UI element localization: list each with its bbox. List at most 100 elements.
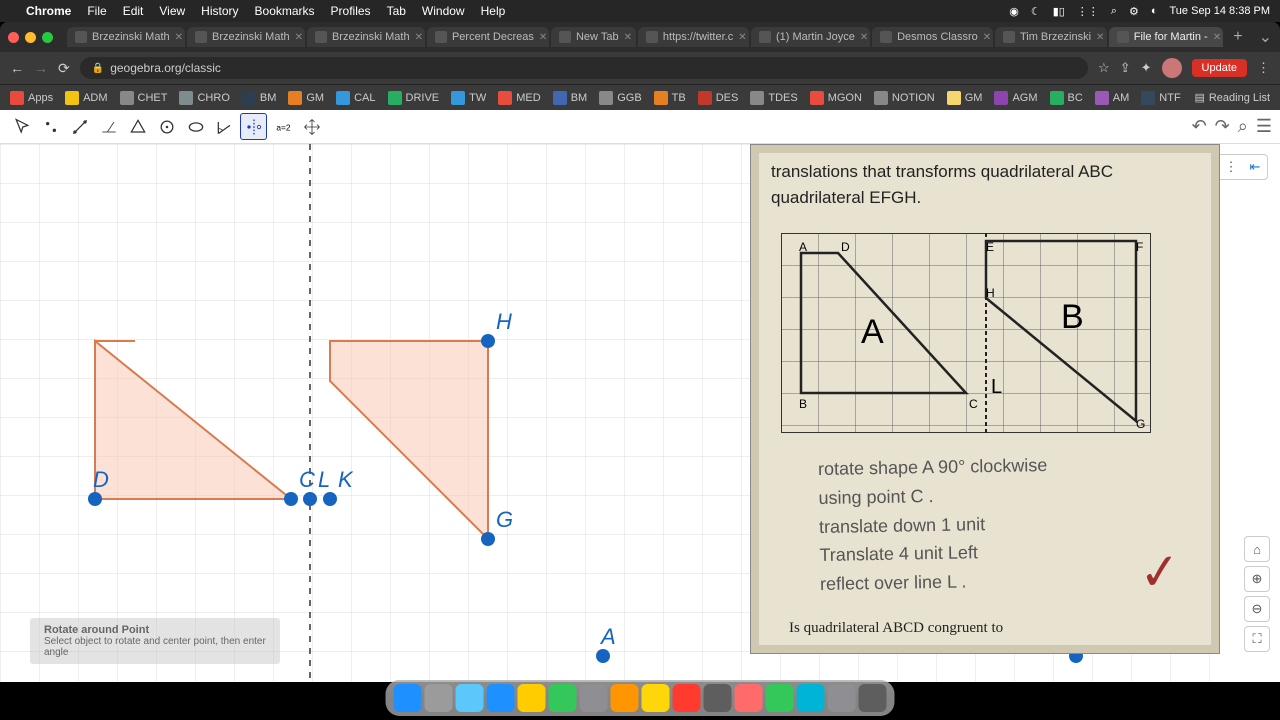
address-field[interactable]: 🔒 geogebra.org/classic [80,57,1088,79]
worksheet-image[interactable]: translations that transforms quadrilater… [750,144,1220,654]
redo-button[interactable]: ↷ [1215,116,1230,137]
browser-tab[interactable]: Percent Decreas✕ [427,27,549,47]
dock-app-icon[interactable] [518,684,546,712]
zoom-home-icon[interactable]: ⌂ [1244,536,1270,562]
browser-tab[interactable]: New Tab✕ [551,27,636,47]
tab-close-icon[interactable]: ✕ [1096,32,1104,43]
reading-list-button[interactable]: ▤ Reading List [1194,91,1270,104]
fullscreen-icon[interactable]: ⛶ [1244,626,1270,652]
bookmark-item[interactable]: DES [698,91,739,105]
app-name[interactable]: Chrome [26,4,71,18]
tool-slider[interactable]: a=2 [269,113,296,140]
menu-help[interactable]: Help [481,4,506,18]
chrome-menu-icon[interactable]: ⋮ [1257,60,1270,76]
tool-line[interactable] [66,113,93,140]
forward-button[interactable]: → [34,60,48,76]
bookmark-item[interactable]: GM [288,91,324,105]
profile-avatar[interactable] [1162,58,1182,78]
browser-tab[interactable]: https://twitter.c✕ [638,27,749,47]
toggle-panel-icon[interactable]: ⇤ [1245,157,1265,177]
status-siri-icon[interactable]: ◐ [1151,5,1158,17]
tab-close-icon[interactable]: ✕ [1213,32,1221,43]
browser-tab[interactable]: Tim Brzezinski✕ [995,27,1107,47]
tool-circle[interactable] [153,113,180,140]
bookmark-item[interactable]: CHET [120,91,168,105]
undo-button[interactable]: ↶ [1192,116,1207,137]
status-wifi-icon[interactable]: ⋮⋮ [1077,5,1099,18]
point-K[interactable] [323,492,337,506]
bookmark-item[interactable]: CAL [336,91,375,105]
point-A[interactable] [596,649,610,663]
tool-reflect[interactable] [240,113,267,140]
dock-app-icon[interactable] [735,684,763,712]
zoom-out-icon[interactable]: ⊖ [1244,596,1270,622]
more-icon[interactable]: ⋮ [1221,157,1241,177]
menu-bookmarks[interactable]: Bookmarks [255,4,315,18]
search-button[interactable]: ⌕ [1238,116,1248,137]
tab-overflow-icon[interactable]: ⌄ [1259,27,1272,47]
tab-close-icon[interactable]: ✕ [175,32,183,43]
bookmark-item[interactable]: ADM [65,91,107,105]
tab-close-icon[interactable]: ✕ [738,32,746,43]
bookmark-item[interactable]: TDES [750,91,797,105]
reload-button[interactable]: ⟳ [58,60,70,77]
dock-app-icon[interactable] [797,684,825,712]
dock-app-icon[interactable] [704,684,732,712]
menu-window[interactable]: Window [422,4,465,18]
menu-view[interactable]: View [159,4,185,18]
tool-angle[interactable] [211,113,238,140]
back-button[interactable]: ← [10,60,24,76]
browser-tab[interactable]: Desmos Classro✕ [872,27,993,47]
bookmark-item[interactable]: BM [553,91,588,105]
extensions-icon[interactable]: ✦ [1141,60,1152,76]
dock-app-icon[interactable] [642,684,670,712]
browser-tab[interactable]: Brzezinski Math✕ [307,27,425,47]
dock-app-icon[interactable] [425,684,453,712]
dock-app-icon[interactable] [766,684,794,712]
status-battery-icon[interactable]: ▮▯ [1053,5,1065,18]
tool-move-view[interactable] [298,113,325,140]
browser-tab[interactable]: Brzezinski Math✕ [67,27,185,47]
point-H[interactable] [481,334,495,348]
bookmark-item[interactable]: TW [451,91,486,105]
bookmark-item[interactable]: MGON [810,91,862,105]
dock-app-icon[interactable] [611,684,639,712]
status-search-icon[interactable]: ⌕ [1111,5,1117,18]
new-tab-button[interactable]: + [1227,28,1248,46]
tool-polygon[interactable] [124,113,151,140]
bookmark-item[interactable]: DRIVE [388,91,440,105]
minimize-window-icon[interactable] [25,32,36,43]
point-G[interactable] [481,532,495,546]
tab-close-icon[interactable]: ✕ [860,32,868,43]
geogebra-canvas[interactable]: DCLKHGAB ⊹ ▦ ⌂ C: ⚙ ⋮ ⇤ ⌂ ⊕ ⊖ ⛶ Rotate a… [0,144,1280,682]
star-icon[interactable]: ☆ [1098,60,1110,76]
dock-app-icon[interactable] [859,684,887,712]
point-D[interactable] [88,492,102,506]
dock-app-icon[interactable] [828,684,856,712]
point-L[interactable] [303,492,317,506]
point-C[interactable] [284,492,298,506]
status-control-icon[interactable]: ⚙ [1129,5,1139,18]
tab-close-icon[interactable]: ✕ [624,32,632,43]
tab-close-icon[interactable]: ✕ [539,32,547,43]
dock-app-icon[interactable] [394,684,422,712]
tab-close-icon[interactable]: ✕ [983,32,991,43]
dock-app-icon[interactable] [456,684,484,712]
share-icon[interactable]: ⇪ [1120,60,1131,76]
status-moon-icon[interactable]: ☾ [1031,5,1041,18]
close-window-icon[interactable] [8,32,19,43]
browser-tab[interactable]: File for Martin -✕ [1109,27,1224,47]
bookmark-item[interactable]: NTF [1141,91,1180,105]
bookmark-item[interactable]: AGM [994,91,1037,105]
dock-app-icon[interactable] [580,684,608,712]
update-button[interactable]: Update [1192,59,1247,77]
menu-history[interactable]: History [201,4,238,18]
tool-perpendicular[interactable] [95,113,122,140]
maximize-window-icon[interactable] [42,32,53,43]
bookmark-item[interactable]: NOTION [874,91,935,105]
bookmark-item[interactable]: CHRO [179,91,229,105]
tool-point[interactable] [37,113,64,140]
status-record-icon[interactable]: ◉ [1009,5,1019,18]
menu-file[interactable]: File [87,4,106,18]
bookmark-item[interactable]: AM [1095,91,1130,105]
